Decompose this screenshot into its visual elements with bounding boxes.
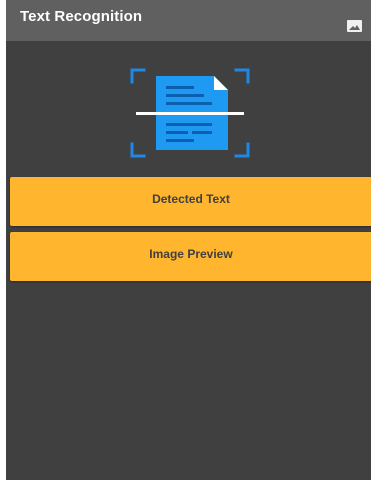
- document-scan-icon: [130, 68, 250, 158]
- image-icon[interactable]: [347, 20, 362, 32]
- detected-text-button[interactable]: Detected Text: [10, 177, 371, 226]
- image-preview-button[interactable]: Image Preview: [10, 232, 371, 281]
- app-screen: Text Recognition Detected Text Image Pre…: [6, 0, 371, 480]
- app-title: Text Recognition: [20, 8, 143, 25]
- app-bar: Text Recognition: [6, 0, 371, 41]
